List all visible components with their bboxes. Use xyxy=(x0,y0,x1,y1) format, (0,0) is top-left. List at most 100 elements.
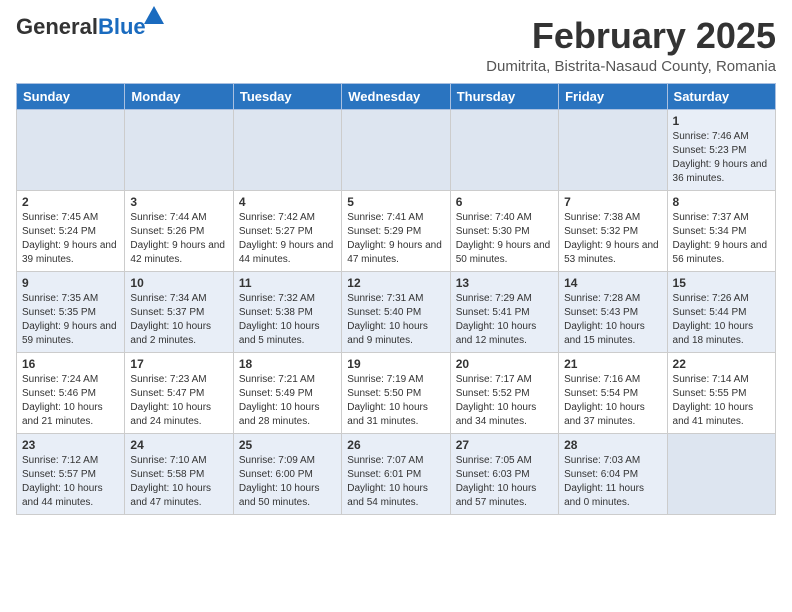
weekday-header-friday: Friday xyxy=(559,83,667,109)
day-info: Sunrise: 7:42 AM Sunset: 5:27 PM Dayligh… xyxy=(239,211,336,267)
day-info: Sunrise: 7:19 AM Sunset: 5:50 PM Dayligh… xyxy=(347,373,444,429)
day-info: Sunrise: 7:32 AM Sunset: 5:38 PM Dayligh… xyxy=(239,292,336,348)
day-number: 1 xyxy=(673,114,770,128)
day-number: 6 xyxy=(456,195,553,209)
day-info: Sunrise: 7:44 AM Sunset: 5:26 PM Dayligh… xyxy=(130,211,227,267)
day-number: 2 xyxy=(22,195,119,209)
calendar-cell: 17Sunrise: 7:23 AM Sunset: 5:47 PM Dayli… xyxy=(125,352,233,433)
calendar-cell: 18 Sunrise: 7:21 AM Sunset: 5:49 PM Dayli… xyxy=(233,352,341,433)
day-number: 5 xyxy=(347,195,444,209)
day-info: Sunrise: 7:24 AM Sunset: 5:46 PM Dayligh… xyxy=(22,373,119,429)
day-info: Sunrise: 7:37 AM Sunset: 5:34 PM Dayligh… xyxy=(673,211,770,267)
logo-text: GeneralBlue xyxy=(16,14,146,39)
day-info: Sunrise: 7:28 AM Sunset: 5:43 PM Dayligh… xyxy=(564,292,661,348)
day-number: 11 xyxy=(239,276,336,290)
day-info: Sunrise: 7:12 AM Sunset: 5:57 PM Dayligh… xyxy=(22,454,119,510)
calendar-cell: 4 Sunrise: 7:42 AM Sunset: 5:27 PM Daylig… xyxy=(233,190,341,271)
calendar-cell: 28 Sunrise: 7:03 AM Sunset: 6:04 PM Dayli… xyxy=(559,433,667,514)
day-number: 12 xyxy=(347,276,444,290)
calendar-week-row: 9 Sunrise: 7:35 AM Sunset: 5:35 PM Daylig… xyxy=(17,271,776,352)
calendar-cell: 21Sunrise: 7:16 AM Sunset: 5:54 PM Dayli… xyxy=(559,352,667,433)
day-number: 16 xyxy=(22,357,119,371)
day-number: 28 xyxy=(564,438,661,452)
calendar-cell: 15 Sunrise: 7:26 AM Sunset: 5:44 PM Dayli… xyxy=(667,271,775,352)
calendar-cell: 23 Sunrise: 7:12 AM Sunset: 5:57 PM Dayli… xyxy=(17,433,125,514)
location: Dumitrita, Bistrita-Nasaud County, Roman… xyxy=(486,58,776,75)
day-number: 24 xyxy=(130,438,227,452)
calendar-cell: 19 Sunrise: 7:19 AM Sunset: 5:50 PM Dayli… xyxy=(342,352,450,433)
calendar-cell: 8Sunrise: 7:37 AM Sunset: 5:34 PM Daylig… xyxy=(667,190,775,271)
day-number: 25 xyxy=(239,438,336,452)
calendar-cell xyxy=(667,433,775,514)
day-info: Sunrise: 7:41 AM Sunset: 5:29 PM Dayligh… xyxy=(347,211,444,267)
day-number: 4 xyxy=(239,195,336,209)
calendar-cell: 27 Sunrise: 7:05 AM Sunset: 6:03 PM Dayli… xyxy=(450,433,558,514)
calendar-cell xyxy=(342,109,450,190)
calendar-cell xyxy=(450,109,558,190)
calendar-cell: 22 Sunrise: 7:14 AM Sunset: 5:55 PM Dayli… xyxy=(667,352,775,433)
day-info: Sunrise: 7:40 AM Sunset: 5:30 PM Dayligh… xyxy=(456,211,553,267)
title-block: February 2025 Dumitrita, Bistrita-Nasaud… xyxy=(486,16,776,75)
calendar: SundayMondayTuesdayWednesdayThursdayFrid… xyxy=(16,83,776,515)
day-info: Sunrise: 7:29 AM Sunset: 5:41 PM Dayligh… xyxy=(456,292,553,348)
calendar-cell xyxy=(17,109,125,190)
logo: GeneralBlue xyxy=(16,16,146,39)
day-info: Sunrise: 7:21 AM Sunset: 5:49 PM Dayligh… xyxy=(239,373,336,429)
day-info: Sunrise: 7:17 AM Sunset: 5:52 PM Dayligh… xyxy=(456,373,553,429)
calendar-cell xyxy=(125,109,233,190)
calendar-cell xyxy=(559,109,667,190)
calendar-week-row: 2Sunrise: 7:45 AM Sunset: 5:24 PM Daylig… xyxy=(17,190,776,271)
calendar-cell: 5 Sunrise: 7:41 AM Sunset: 5:29 PM Daylig… xyxy=(342,190,450,271)
calendar-cell: 11 Sunrise: 7:32 AM Sunset: 5:38 PM Dayli… xyxy=(233,271,341,352)
calendar-cell: 16 Sunrise: 7:24 AM Sunset: 5:46 PM Dayli… xyxy=(17,352,125,433)
day-info: Sunrise: 7:38 AM Sunset: 5:32 PM Dayligh… xyxy=(564,211,661,267)
day-number: 23 xyxy=(22,438,119,452)
calendar-week-row: 1 Sunrise: 7:46 AM Sunset: 5:23 PM Daylig… xyxy=(17,109,776,190)
calendar-cell: 13Sunrise: 7:29 AM Sunset: 5:41 PM Dayli… xyxy=(450,271,558,352)
day-info: Sunrise: 7:46 AM Sunset: 5:23 PM Dayligh… xyxy=(673,130,770,186)
day-number: 14 xyxy=(564,276,661,290)
day-info: Sunrise: 7:03 AM Sunset: 6:04 PM Dayligh… xyxy=(564,454,661,510)
day-number: 17 xyxy=(130,357,227,371)
day-info: Sunrise: 7:07 AM Sunset: 6:01 PM Dayligh… xyxy=(347,454,444,510)
day-number: 20 xyxy=(456,357,553,371)
day-info: Sunrise: 7:05 AM Sunset: 6:03 PM Dayligh… xyxy=(456,454,553,510)
day-info: Sunrise: 7:35 AM Sunset: 5:35 PM Dayligh… xyxy=(22,292,119,348)
logo-general: General xyxy=(16,14,98,39)
weekday-header-sunday: Sunday xyxy=(17,83,125,109)
logo-icon xyxy=(144,6,164,24)
day-info: Sunrise: 7:16 AM Sunset: 5:54 PM Dayligh… xyxy=(564,373,661,429)
day-number: 18 xyxy=(239,357,336,371)
calendar-cell: 9 Sunrise: 7:35 AM Sunset: 5:35 PM Daylig… xyxy=(17,271,125,352)
day-info: Sunrise: 7:34 AM Sunset: 5:37 PM Dayligh… xyxy=(130,292,227,348)
day-info: Sunrise: 7:14 AM Sunset: 5:55 PM Dayligh… xyxy=(673,373,770,429)
day-number: 7 xyxy=(564,195,661,209)
day-number: 9 xyxy=(22,276,119,290)
day-info: Sunrise: 7:09 AM Sunset: 6:00 PM Dayligh… xyxy=(239,454,336,510)
calendar-cell: 14 Sunrise: 7:28 AM Sunset: 5:43 PM Dayli… xyxy=(559,271,667,352)
weekday-header-saturday: Saturday xyxy=(667,83,775,109)
calendar-cell: 26 Sunrise: 7:07 AM Sunset: 6:01 PM Dayli… xyxy=(342,433,450,514)
calendar-cell: 3 Sunrise: 7:44 AM Sunset: 5:26 PM Daylig… xyxy=(125,190,233,271)
day-info: Sunrise: 7:26 AM Sunset: 5:44 PM Dayligh… xyxy=(673,292,770,348)
day-number: 26 xyxy=(347,438,444,452)
calendar-cell: 1 Sunrise: 7:46 AM Sunset: 5:23 PM Daylig… xyxy=(667,109,775,190)
calendar-cell: 7 Sunrise: 7:38 AM Sunset: 5:32 PM Daylig… xyxy=(559,190,667,271)
calendar-week-row: 16 Sunrise: 7:24 AM Sunset: 5:46 PM Dayli… xyxy=(17,352,776,433)
month-year: February 2025 xyxy=(486,16,776,56)
page-header: GeneralBlue February 2025 Dumitrita, Bis… xyxy=(16,16,776,75)
calendar-cell: 12 Sunrise: 7:31 AM Sunset: 5:40 PM Dayli… xyxy=(342,271,450,352)
day-number: 15 xyxy=(673,276,770,290)
day-info: Sunrise: 7:31 AM Sunset: 5:40 PM Dayligh… xyxy=(347,292,444,348)
calendar-cell: 25 Sunrise: 7:09 AM Sunset: 6:00 PM Dayli… xyxy=(233,433,341,514)
day-number: 27 xyxy=(456,438,553,452)
day-number: 10 xyxy=(130,276,227,290)
calendar-cell xyxy=(233,109,341,190)
day-number: 3 xyxy=(130,195,227,209)
weekday-header-row: SundayMondayTuesdayWednesdayThursdayFrid… xyxy=(17,83,776,109)
day-number: 19 xyxy=(347,357,444,371)
calendar-cell: 10 Sunrise: 7:34 AM Sunset: 5:37 PM Dayli… xyxy=(125,271,233,352)
calendar-cell: 20 Sunrise: 7:17 AM Sunset: 5:52 PM Dayli… xyxy=(450,352,558,433)
day-number: 22 xyxy=(673,357,770,371)
weekday-header-thursday: Thursday xyxy=(450,83,558,109)
